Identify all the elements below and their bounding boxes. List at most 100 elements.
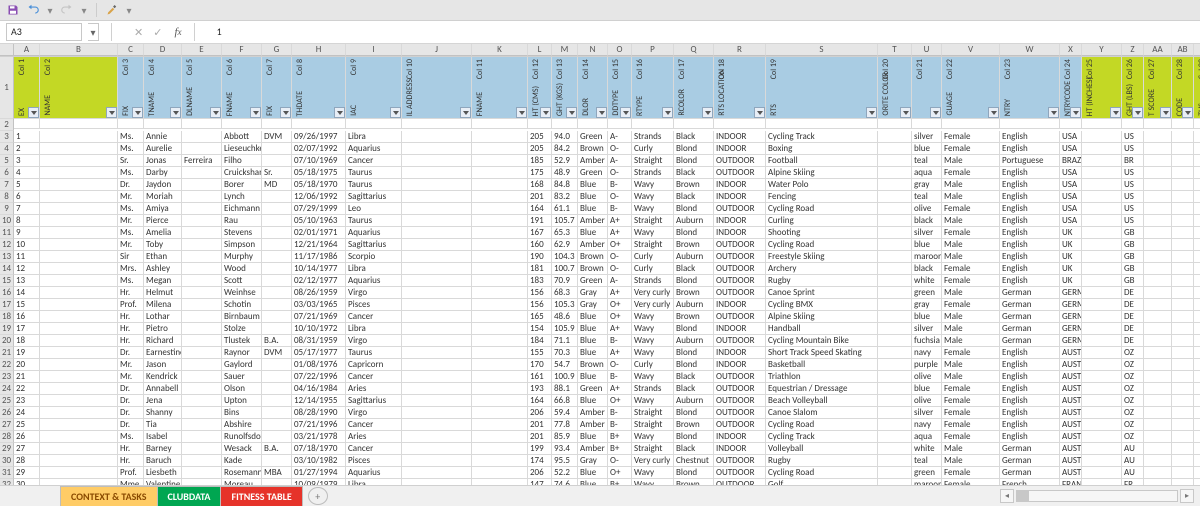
column-header[interactable]: S: [766, 44, 878, 56]
data-cell[interactable]: Libra: [346, 131, 402, 143]
data-cell[interactable]: Male: [942, 323, 1000, 335]
data-cell[interactable]: [262, 407, 292, 419]
column-header[interactable]: Y: [1082, 44, 1122, 56]
data-cell[interactable]: GB: [1122, 263, 1144, 275]
filter-icon[interactable]: [390, 107, 401, 118]
data-cell[interactable]: 4: [14, 167, 40, 179]
data-cell[interactable]: INDOOR: [714, 143, 766, 155]
data-cell[interactable]: B-: [608, 335, 632, 347]
data-cell[interactable]: Ms.: [118, 143, 144, 155]
data-cell[interactable]: Blue: [578, 335, 608, 347]
data-cell[interactable]: Male: [942, 359, 1000, 371]
data-cell[interactable]: [472, 155, 528, 167]
data-cell[interactable]: 155: [528, 347, 552, 359]
field-header[interactable]: Col 18RTS LOCATION: [714, 57, 766, 119]
data-cell[interactable]: Strands: [632, 383, 674, 395]
data-cell[interactable]: Ms.: [118, 167, 144, 179]
data-cell[interactable]: [262, 395, 292, 407]
data-cell[interactable]: [262, 479, 292, 485]
data-cell[interactable]: FRANCE: [1060, 479, 1082, 485]
data-cell[interactable]: Amber: [578, 239, 608, 251]
data-cell[interactable]: Mr.: [118, 359, 144, 371]
data-cell[interactable]: Isabel: [144, 431, 182, 443]
data-cell[interactable]: [878, 299, 912, 311]
data-cell[interactable]: [1144, 251, 1172, 263]
data-cell[interactable]: [402, 371, 472, 383]
data-cell[interactable]: [878, 335, 912, 347]
data-cell[interactable]: OUTDOOR: [714, 251, 766, 263]
data-cell[interactable]: Canoe Sprint: [766, 287, 878, 299]
data-cell[interactable]: O+: [608, 299, 632, 311]
data-cell[interactable]: Abshire: [222, 419, 262, 431]
data-cell[interactable]: 156: [528, 299, 552, 311]
data-cell[interactable]: [1082, 131, 1122, 143]
data-cell[interactable]: [182, 383, 222, 395]
filter-icon[interactable]: [1070, 107, 1081, 118]
data-cell[interactable]: 01/27/1994: [292, 467, 346, 479]
data-cell[interactable]: 14: [14, 287, 40, 299]
data-cell[interactable]: [262, 191, 292, 203]
data-cell[interactable]: Chestnut: [674, 455, 714, 467]
data-cell[interactable]: 105.3: [552, 299, 578, 311]
data-cell[interactable]: 206: [528, 407, 552, 419]
data-cell[interactable]: [182, 143, 222, 155]
filter-icon[interactable]: [866, 107, 877, 118]
data-cell[interactable]: [40, 251, 118, 263]
data-cell[interactable]: [1082, 479, 1122, 485]
data-cell[interactable]: [40, 347, 118, 359]
data-cell[interactable]: B-: [608, 203, 632, 215]
data-cell[interactable]: Wavy: [632, 479, 674, 485]
data-cell[interactable]: [182, 431, 222, 443]
data-cell[interactable]: [1194, 455, 1200, 467]
data-cell[interactable]: [40, 419, 118, 431]
data-cell[interactable]: OUTDOOR: [714, 263, 766, 275]
data-cell[interactable]: Straight: [632, 419, 674, 431]
data-cell[interactable]: [1194, 227, 1200, 239]
data-cell[interactable]: [1194, 263, 1200, 275]
data-cell[interactable]: Cancer: [346, 419, 402, 431]
data-cell[interactable]: [182, 479, 222, 485]
data-cell[interactable]: 94.0: [552, 131, 578, 143]
data-cell[interactable]: Equestrian / Dressage: [766, 383, 878, 395]
data-cell[interactable]: Taurus: [346, 347, 402, 359]
data-cell[interactable]: 19: [14, 347, 40, 359]
data-cell[interactable]: Toby: [144, 239, 182, 251]
data-cell[interactable]: O+: [608, 395, 632, 407]
data-cell[interactable]: [1144, 347, 1172, 359]
data-cell[interactable]: 105.7: [552, 215, 578, 227]
data-cell[interactable]: [40, 443, 118, 455]
filter-icon[interactable]: [1132, 107, 1143, 118]
data-cell[interactable]: [1172, 179, 1194, 191]
data-cell[interactable]: [472, 287, 528, 299]
data-cell[interactable]: Virgo: [346, 287, 402, 299]
filter-icon[interactable]: [566, 107, 577, 118]
data-cell[interactable]: [1144, 395, 1172, 407]
data-cell[interactable]: Wavy: [632, 395, 674, 407]
data-cell[interactable]: Blond: [674, 155, 714, 167]
data-cell[interactable]: [1172, 143, 1194, 155]
data-cell[interactable]: 02/01/1971: [292, 227, 346, 239]
data-cell[interactable]: UK: [1060, 263, 1082, 275]
data-cell[interactable]: [1172, 467, 1194, 479]
data-cell[interactable]: Brown: [674, 419, 714, 431]
data-cell[interactable]: 68.3: [552, 287, 578, 299]
data-cell[interactable]: Curly: [632, 359, 674, 371]
data-cell[interactable]: Jason: [144, 359, 182, 371]
field-header[interactable]: Col 24NTRYCODE: [1060, 57, 1082, 119]
data-cell[interactable]: INDOOR: [714, 443, 766, 455]
data-cell[interactable]: [182, 443, 222, 455]
column-header[interactable]: D: [144, 44, 182, 56]
data-cell[interactable]: O-: [608, 143, 632, 155]
filter-icon[interactable]: [620, 107, 631, 118]
data-cell[interactable]: 10: [14, 239, 40, 251]
data-cell[interactable]: gray: [912, 179, 942, 191]
data-cell[interactable]: [182, 227, 222, 239]
data-cell[interactable]: Jaydon: [144, 179, 182, 191]
filter-icon[interactable]: [540, 107, 551, 118]
data-cell[interactable]: Wavy: [632, 347, 674, 359]
accept-icon[interactable]: ✓: [153, 26, 162, 39]
data-cell[interactable]: 77.8: [552, 419, 578, 431]
data-cell[interactable]: 184: [528, 335, 552, 347]
data-cell[interactable]: GERMANY: [1060, 335, 1082, 347]
data-cell[interactable]: Tia: [144, 419, 182, 431]
